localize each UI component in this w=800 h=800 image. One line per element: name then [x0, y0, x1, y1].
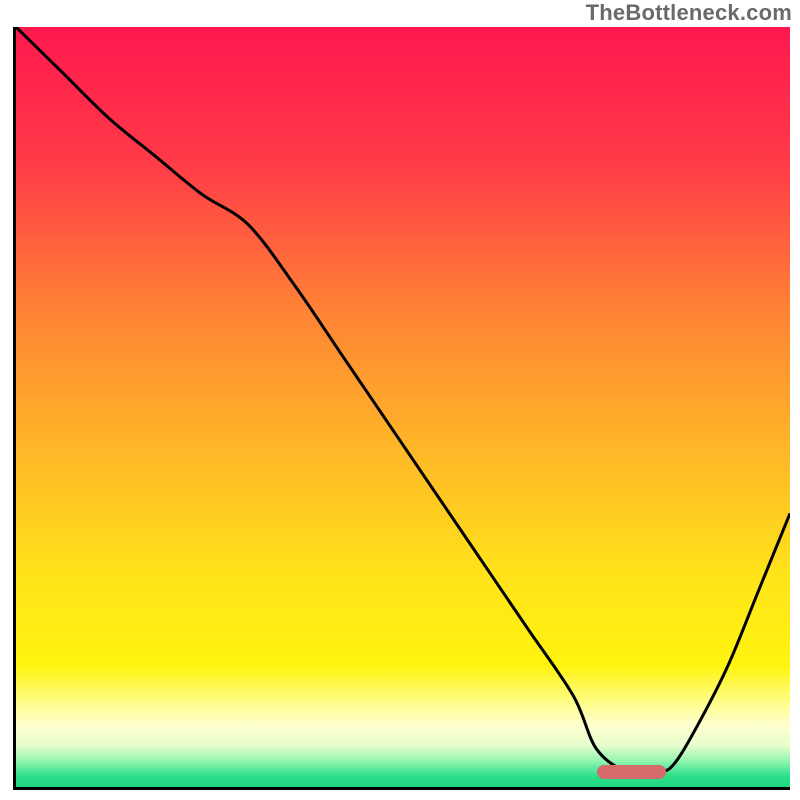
chart-container: TheBottleneck.com — [0, 0, 800, 800]
chart-svg — [16, 27, 790, 787]
watermark-text: TheBottleneck.com — [586, 0, 792, 26]
highlight-marker — [597, 765, 667, 779]
gradient-rect — [16, 27, 790, 787]
plot-area — [13, 27, 790, 790]
